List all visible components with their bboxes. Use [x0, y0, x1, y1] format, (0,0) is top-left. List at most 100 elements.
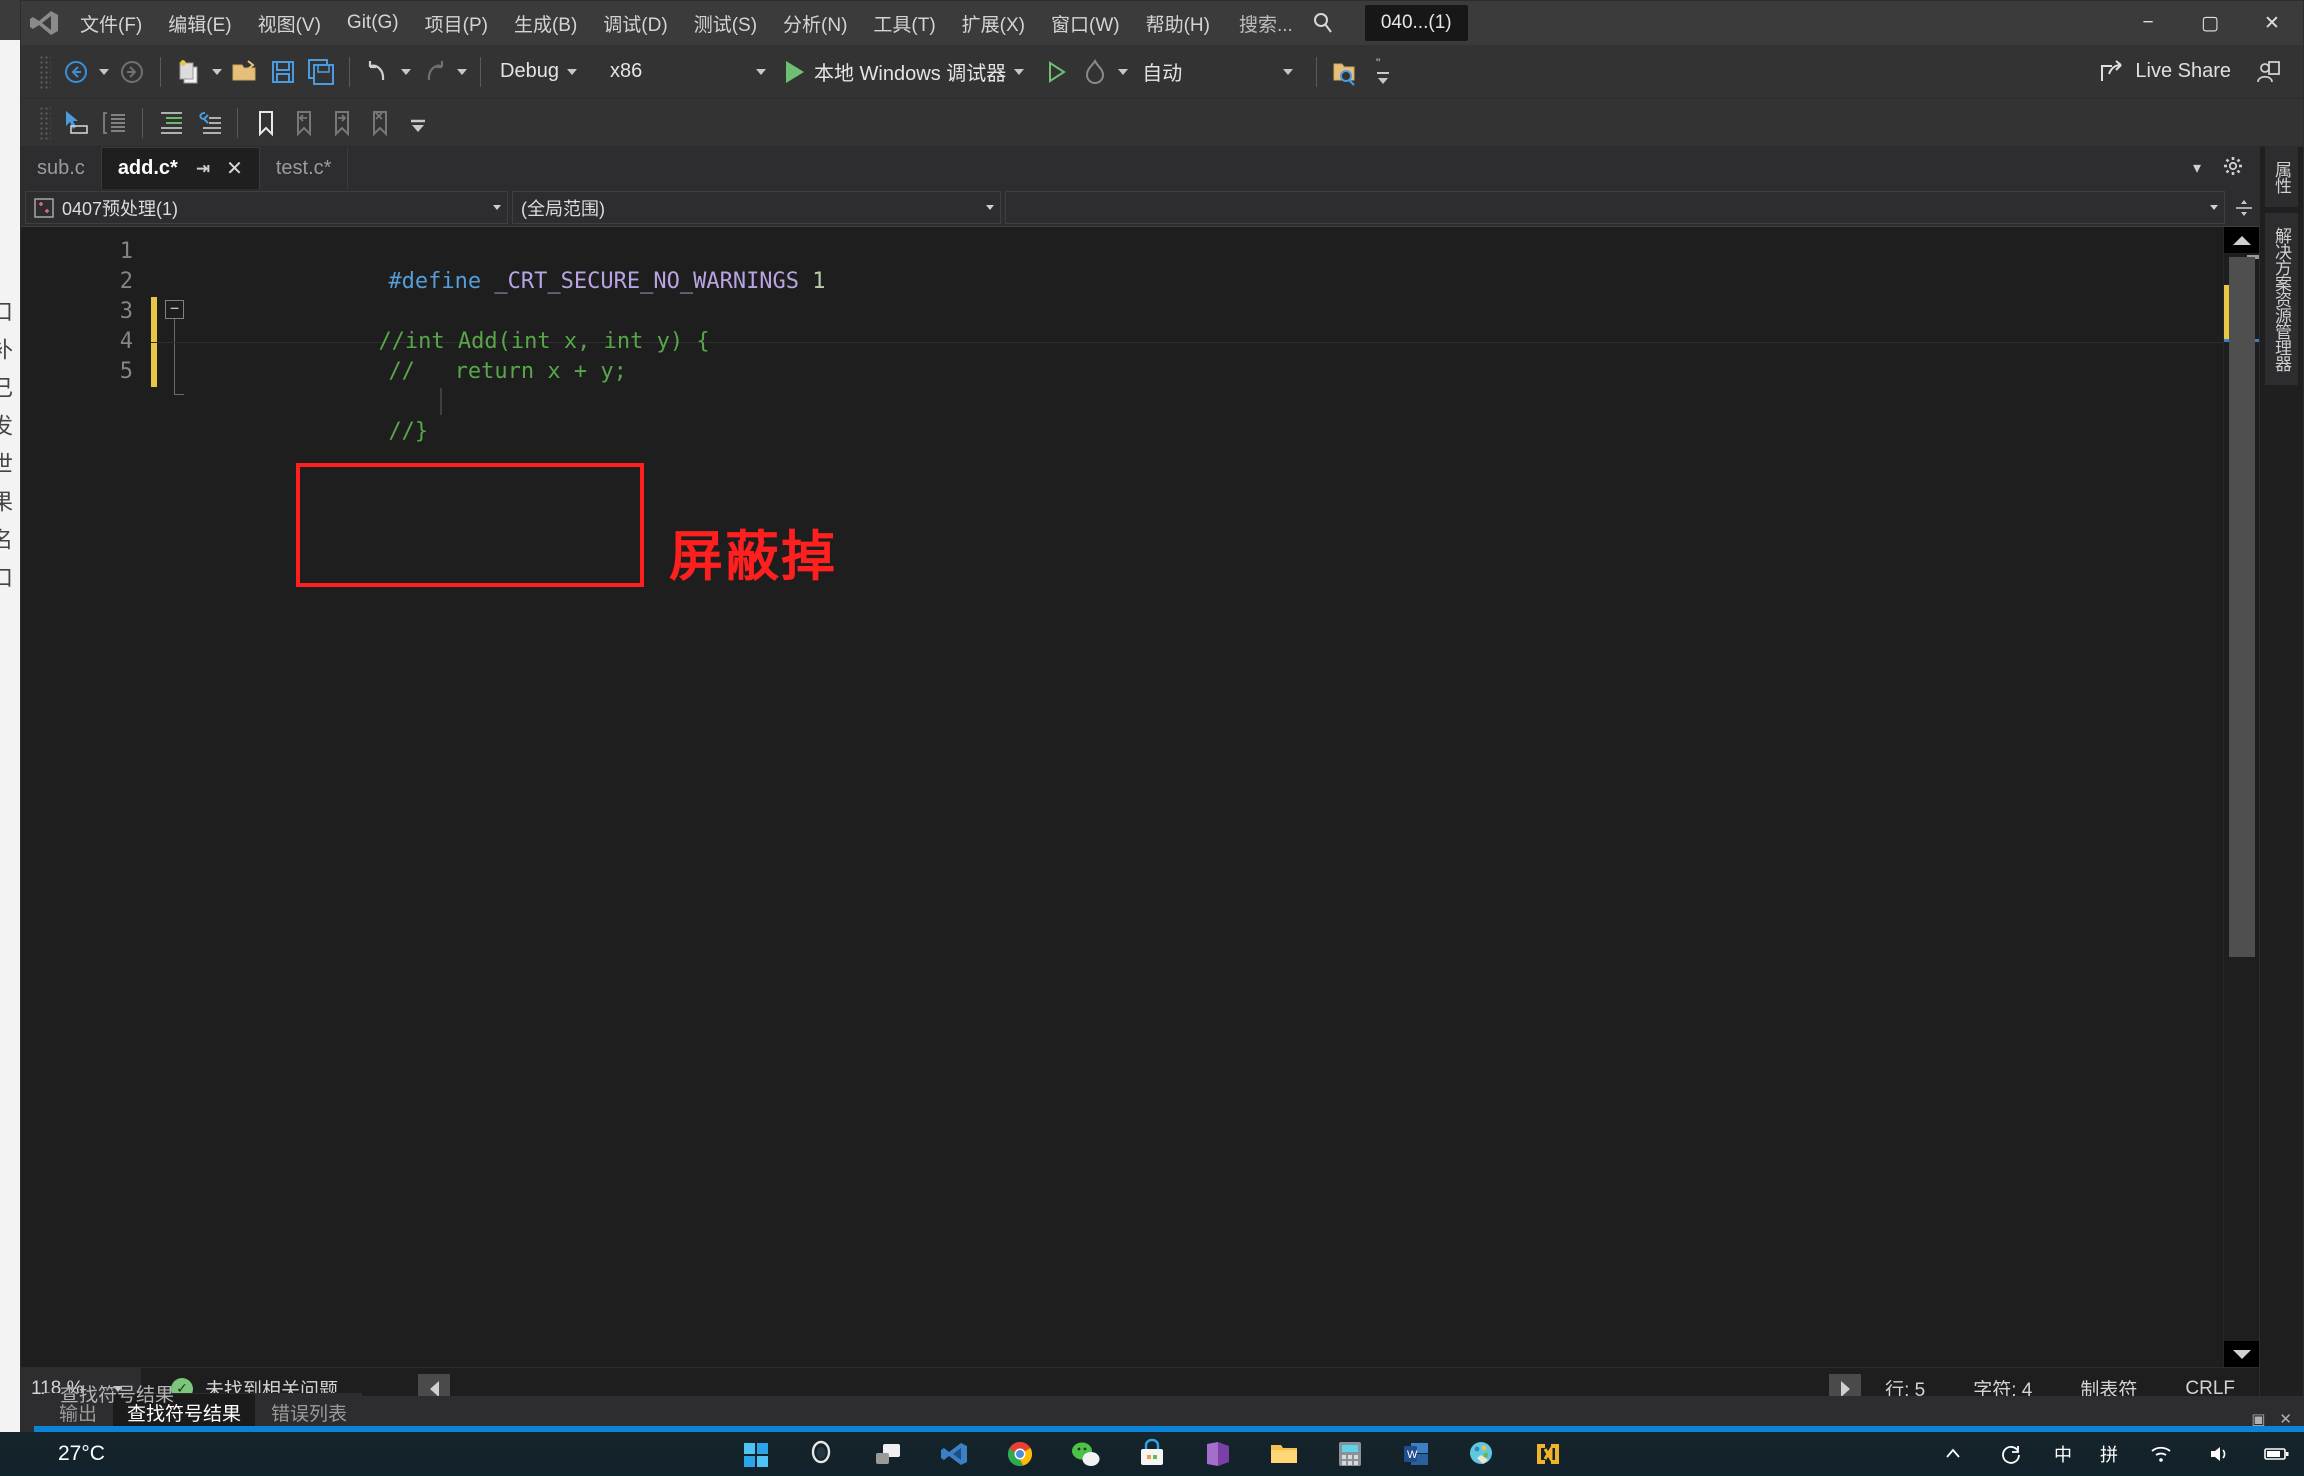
search-label[interactable]: 搜索...: [1223, 1, 1303, 45]
tray-sync-icon[interactable]: [1996, 1439, 2026, 1469]
split-view-icon[interactable]: [2229, 189, 2259, 226]
pin-icon[interactable]: ⇥: [196, 159, 210, 179]
menu-analyze[interactable]: 分析(N): [770, 1, 860, 45]
code-editor[interactable]: 1 2 3 4 5 − #define _CRT_SECURE_NO_WARNI…: [21, 227, 2259, 1367]
auto-dropdown[interactable]: 自动: [1132, 52, 1307, 92]
scroll-up-button[interactable]: [2224, 227, 2259, 253]
bookmark-toggle-icon[interactable]: [247, 101, 285, 145]
hot-reload-caret-icon[interactable]: [1118, 68, 1129, 75]
tab-test-c[interactable]: test.c*: [259, 147, 349, 189]
scope-dropdown[interactable]: (全局范围): [512, 191, 1001, 224]
gear-icon[interactable]: [2215, 156, 2251, 181]
minimize-button[interactable]: −: [2117, 1, 2179, 45]
code-text-area[interactable]: − #define _CRT_SECURE_NO_WARNINGS 1 //in…: [151, 227, 2223, 1367]
microsoft-store-icon[interactable]: [1137, 1438, 1167, 1469]
word-icon[interactable]: W: [1401, 1439, 1431, 1469]
undo-icon[interactable]: [359, 50, 397, 94]
line-number: 2: [119, 269, 133, 294]
bookmark-clear-icon[interactable]: [361, 101, 399, 145]
open-file-icon[interactable]: [226, 50, 264, 94]
tab-add-c[interactable]: add.c* ⇥ ✕: [101, 147, 260, 189]
dock-tab-properties[interactable]: 属性: [2265, 147, 2298, 207]
menu-window[interactable]: 窗口(W): [1038, 1, 1133, 45]
solution-name-chip[interactable]: 040...(1): [1364, 5, 1468, 41]
ime-mode-icon[interactable]: 拼: [2100, 1441, 2118, 1467]
new-item-dropdown-caret-icon[interactable]: [212, 68, 222, 75]
search-taskbar-icon[interactable]: [807, 1439, 837, 1469]
menu-test[interactable]: 测试(S): [681, 1, 770, 45]
ime-chinese-icon[interactable]: 中: [2054, 1441, 2072, 1467]
comment-block-icon[interactable]: [95, 101, 133, 145]
navigate-forward-icon[interactable]: [113, 50, 151, 94]
decrease-indent-icon[interactable]: [190, 101, 228, 145]
redo-icon[interactable]: [415, 50, 453, 94]
account-icon[interactable]: [2243, 50, 2293, 94]
toolbar-options-icon[interactable]: ": [1364, 50, 1402, 94]
project-dropdown[interactable]: 0407预处理(1): [25, 191, 508, 224]
volume-icon[interactable]: [2204, 1439, 2234, 1469]
live-share-button[interactable]: Live Share: [2087, 50, 2243, 94]
file-explorer-icon[interactable]: [1269, 1439, 1299, 1469]
task-view-icon[interactable]: [873, 1439, 903, 1469]
scrollbar-thumb[interactable]: [2229, 257, 2255, 957]
platform-dropdown[interactable]: x86: [600, 52, 780, 92]
toolbar-grip[interactable]: [39, 54, 51, 89]
menu-tools[interactable]: 工具(T): [860, 1, 948, 45]
visual-studio-taskbar-icon[interactable]: [939, 1439, 969, 1469]
play-outline-icon[interactable]: [1038, 50, 1076, 94]
menu-debug[interactable]: 调试(D): [590, 1, 680, 45]
toolbar-separator: [349, 56, 350, 87]
menu-extensions[interactable]: 扩展(X): [949, 1, 1038, 45]
vs-project-icon[interactable]: [1533, 1439, 1563, 1469]
hot-reload-icon[interactable]: [1076, 50, 1114, 94]
start-debug-button[interactable]: 本地 Windows 调试器: [780, 50, 1038, 94]
member-dropdown[interactable]: [1005, 191, 2225, 224]
dock-tab-solution-explorer[interactable]: 解决方案资源管理器: [2265, 213, 2298, 385]
menu-project[interactable]: 项目(P): [412, 1, 501, 45]
search-icon[interactable]: [1303, 1, 1343, 45]
windows-start-icon[interactable]: [741, 1439, 771, 1469]
menu-git[interactable]: Git(G): [334, 1, 412, 45]
pointer-select-icon[interactable]: [57, 101, 95, 145]
paint-icon[interactable]: [1467, 1439, 1497, 1469]
bookmark-next-icon[interactable]: [323, 101, 361, 145]
battery-icon[interactable]: [2262, 1439, 2292, 1469]
menu-help[interactable]: 帮助(H): [1133, 1, 1223, 45]
weather-widget[interactable]: 27°C: [0, 1442, 105, 1466]
tab-overflow-icon[interactable]: ▾: [2179, 158, 2215, 178]
tray-up-icon[interactable]: [1938, 1439, 1968, 1469]
bookmark-prev-icon[interactable]: [285, 101, 323, 145]
menu-file[interactable]: 文件(F): [67, 1, 155, 45]
chrome-icon[interactable]: [1005, 1439, 1035, 1469]
calculator-icon[interactable]: [1335, 1439, 1365, 1469]
onenote-icon[interactable]: [1203, 1439, 1233, 1469]
new-item-icon[interactable]: [170, 50, 208, 94]
maximize-button[interactable]: ▢: [2179, 1, 2241, 45]
close-icon[interactable]: ✕: [226, 156, 243, 181]
wechat-icon[interactable]: [1071, 1439, 1101, 1469]
save-icon[interactable]: [264, 50, 302, 94]
increase-indent-icon[interactable]: [152, 101, 190, 145]
network-icon[interactable]: [2146, 1439, 2176, 1469]
auto-value: 自动: [1142, 63, 1183, 85]
fold-guide-foot: [174, 394, 184, 395]
toolbar2-grip[interactable]: [39, 105, 51, 140]
play-icon: [786, 60, 804, 83]
scroll-down-button[interactable]: [2224, 1341, 2259, 1367]
editor-vertical-scrollbar[interactable]: [2223, 227, 2259, 1367]
navigation-bar: 0407预处理(1) (全局范围): [21, 189, 2259, 227]
back-dropdown-caret-icon[interactable]: [99, 68, 109, 75]
close-button[interactable]: ✕: [2241, 1, 2303, 45]
code-token: // return x + y;: [388, 359, 627, 384]
configuration-dropdown[interactable]: Debug: [490, 52, 600, 92]
undo-dropdown-caret-icon[interactable]: [401, 68, 411, 75]
save-all-icon[interactable]: [302, 50, 340, 94]
menu-build[interactable]: 生成(B): [501, 1, 590, 45]
menu-view[interactable]: 视图(V): [245, 1, 334, 45]
redo-dropdown-caret-icon[interactable]: [457, 68, 467, 75]
menu-edit[interactable]: 编辑(E): [155, 1, 244, 45]
navigate-back-icon[interactable]: [57, 50, 95, 94]
find-in-files-icon[interactable]: [1326, 50, 1364, 94]
tab-sub-c[interactable]: sub.c: [21, 147, 102, 189]
overflow-chevron-icon[interactable]: [399, 101, 437, 145]
